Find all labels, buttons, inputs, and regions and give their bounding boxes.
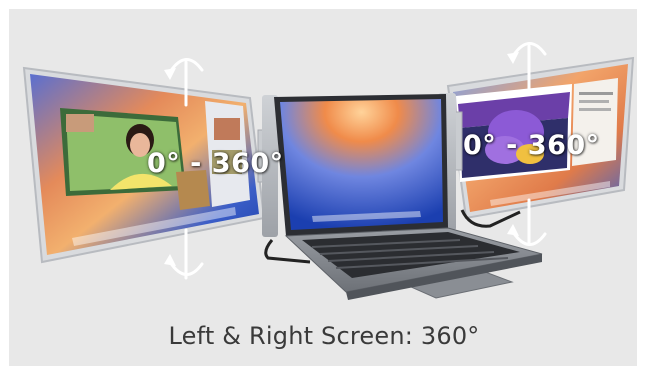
- caption: Left & Right Screen: 360°: [168, 322, 480, 350]
- left-rotation-label: 0° - 360°: [147, 148, 284, 179]
- product-illustration: [22, 42, 635, 300]
- right-rotation-label: 0° - 360°: [463, 130, 600, 161]
